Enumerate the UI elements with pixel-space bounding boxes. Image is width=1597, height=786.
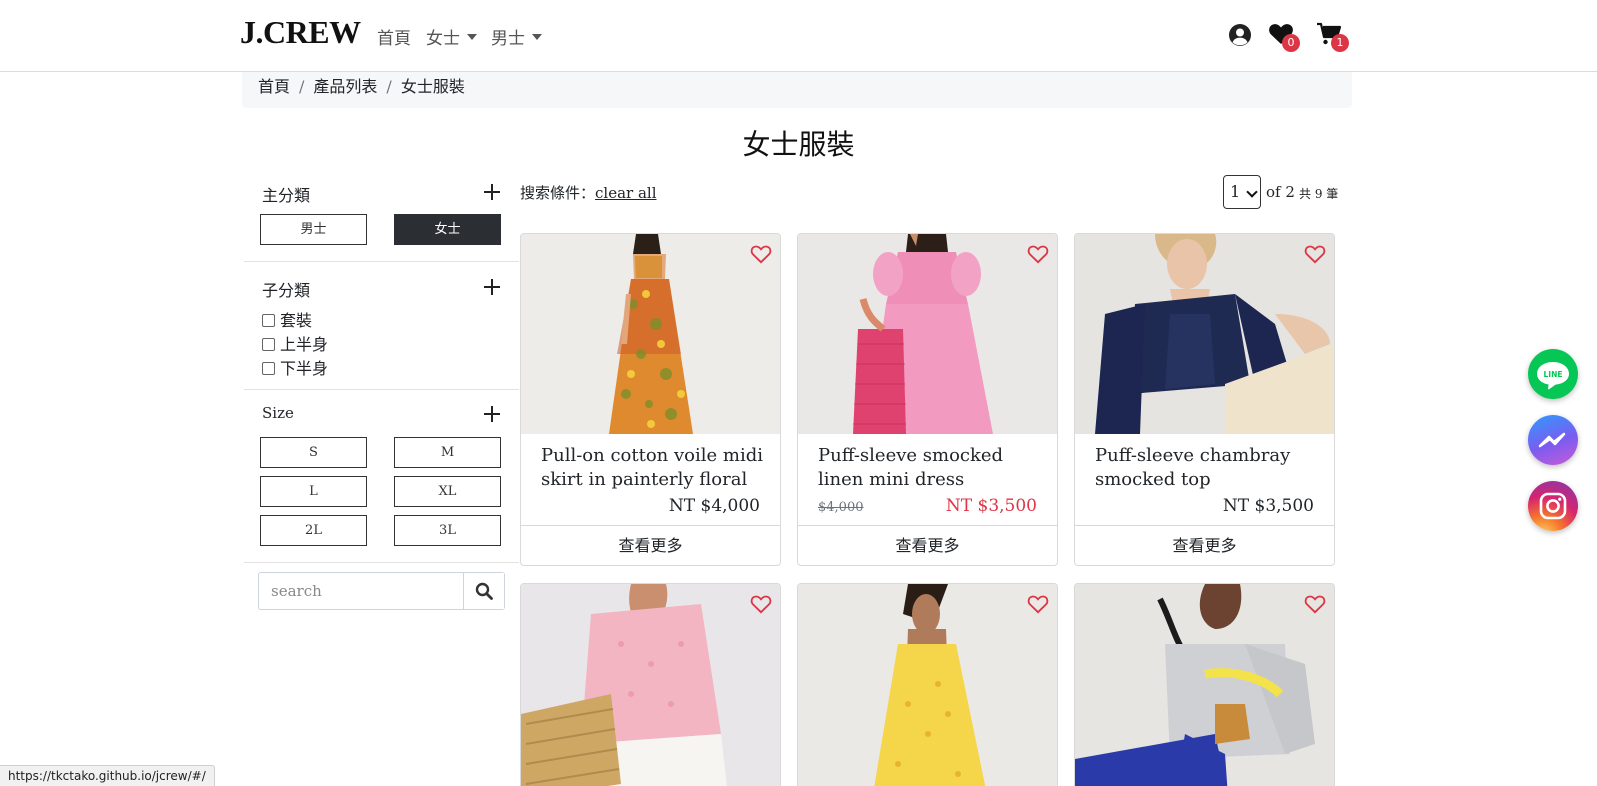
product-photo bbox=[798, 584, 1057, 786]
divider bbox=[244, 389, 519, 390]
size-2l-button[interactable]: 2L bbox=[260, 515, 367, 546]
product-card: Pull-on cotton voile midi skirt in paint… bbox=[520, 233, 781, 566]
breadcrumb-home[interactable]: 首頁 bbox=[258, 77, 290, 96]
line-icon-text: LINE bbox=[1544, 370, 1563, 379]
messenger-button[interactable] bbox=[1528, 415, 1578, 465]
nav-dropdown-men[interactable]: 男士 bbox=[491, 24, 542, 49]
search-conditions: 搜索條件：clear all bbox=[520, 182, 657, 203]
product-card: Puff-sleeve smocked linen mini dress $4,… bbox=[797, 233, 1058, 566]
view-more-button[interactable]: 查看更多 bbox=[798, 525, 1057, 565]
size-m-button[interactable]: M bbox=[394, 437, 501, 468]
status-bar-url: https://tkctako.github.io/jcrew/#/ bbox=[0, 765, 215, 786]
product-sale-price: NT $3,500 bbox=[945, 496, 1037, 516]
wishlist-heart-icon[interactable] bbox=[1304, 244, 1326, 264]
product-image[interactable] bbox=[798, 584, 1057, 786]
cart-count-badge: 1 bbox=[1331, 34, 1349, 52]
size-3l-button[interactable]: 3L bbox=[394, 515, 501, 546]
sub-category-option-label: 下半身 bbox=[280, 359, 329, 378]
product-price: NT $4,000 bbox=[668, 496, 760, 516]
breadcrumb-separator: / bbox=[386, 77, 392, 96]
product-name[interactable]: Puff-sleeve chambray smocked top bbox=[1095, 444, 1320, 492]
size-l-button[interactable]: L bbox=[260, 476, 367, 507]
caret-down-icon bbox=[467, 34, 477, 40]
instagram-icon bbox=[1539, 492, 1567, 520]
search-button[interactable] bbox=[463, 573, 504, 609]
main-category-women-button[interactable]: 女士 bbox=[394, 214, 501, 245]
product-photo bbox=[798, 234, 1057, 434]
expand-main-category-icon[interactable] bbox=[484, 184, 500, 200]
checkbox[interactable] bbox=[262, 314, 275, 327]
sub-category-option-top[interactable]: 上半身 bbox=[262, 334, 328, 356]
expand-sub-category-icon[interactable] bbox=[484, 279, 500, 295]
navbar: J.CREW 首頁 女士 男士 0 1 bbox=[0, 0, 1597, 72]
wishlist-heart-icon[interactable] bbox=[750, 244, 772, 264]
search-conditions-label: 搜索條件： bbox=[520, 184, 596, 202]
chevron-down-icon bbox=[1246, 186, 1258, 198]
product-photo bbox=[1075, 584, 1334, 786]
nav-dropdown-women-label: 女士 bbox=[426, 29, 460, 49]
search-icon bbox=[475, 582, 493, 600]
main-category-title: 主分類 bbox=[262, 186, 311, 205]
product-photo bbox=[1075, 234, 1334, 434]
wishlist-heart-icon[interactable] bbox=[1027, 244, 1049, 264]
page-count: of 2 bbox=[1266, 183, 1295, 201]
search-input[interactable] bbox=[259, 573, 464, 609]
expand-size-icon[interactable] bbox=[484, 406, 500, 422]
product-image[interactable] bbox=[521, 234, 780, 434]
product-image[interactable] bbox=[1075, 234, 1334, 434]
page-select-value: 1 bbox=[1230, 182, 1241, 201]
size-s-button[interactable]: S bbox=[260, 437, 367, 468]
product-card bbox=[1074, 583, 1335, 786]
nav-dropdown-women[interactable]: 女士 bbox=[426, 24, 477, 49]
wishlist-heart-icon[interactable] bbox=[1027, 594, 1049, 614]
size-title: Size bbox=[262, 404, 294, 422]
product-name[interactable]: Pull-on cotton voile midi skirt in paint… bbox=[541, 444, 766, 492]
checkbox[interactable] bbox=[262, 338, 275, 351]
search-box bbox=[258, 572, 505, 610]
line-icon: LINE bbox=[1537, 362, 1569, 390]
product-photo bbox=[521, 584, 780, 786]
wishlist-heart-icon[interactable] bbox=[750, 594, 772, 614]
caret-down-icon bbox=[532, 34, 542, 40]
sub-category-option-bottom[interactable]: 下半身 bbox=[262, 358, 328, 380]
sub-category-option-label: 套裝 bbox=[280, 311, 313, 330]
page-select[interactable]: 1 bbox=[1223, 175, 1261, 209]
product-name[interactable]: Puff-sleeve smocked linen mini dress bbox=[818, 444, 1043, 492]
breadcrumb-separator: / bbox=[299, 77, 305, 96]
view-more-button[interactable]: 查看更多 bbox=[1075, 525, 1334, 565]
breadcrumb-products[interactable]: 產品列表 bbox=[313, 77, 377, 96]
user-icon[interactable] bbox=[1228, 23, 1252, 47]
line-button[interactable]: LINE bbox=[1528, 349, 1578, 399]
view-more-button[interactable]: 查看更多 bbox=[521, 525, 780, 565]
breadcrumb-current: 女士服裝 bbox=[400, 77, 465, 96]
product-original-price: $4,000 bbox=[818, 500, 864, 515]
nav-link-home[interactable]: 首頁 bbox=[377, 24, 411, 49]
product-photo bbox=[521, 234, 780, 434]
checkbox[interactable] bbox=[262, 362, 275, 375]
instagram-button[interactable] bbox=[1528, 481, 1578, 531]
sub-category-option-label: 上半身 bbox=[280, 335, 329, 354]
divider bbox=[244, 261, 519, 262]
breadcrumb: 首頁 / 產品列表 / 女士服裝 bbox=[242, 72, 1352, 108]
size-xl-button[interactable]: XL bbox=[394, 476, 501, 507]
sub-category-title: 子分類 bbox=[262, 281, 311, 300]
brand-logo[interactable]: J.CREW bbox=[240, 14, 361, 51]
nav-dropdown-men-label: 男士 bbox=[491, 29, 525, 49]
main-category-men-button[interactable]: 男士 bbox=[260, 214, 367, 245]
product-card bbox=[797, 583, 1058, 786]
clear-all-link[interactable]: clear all bbox=[595, 184, 657, 202]
total-count: 共 9 筆 bbox=[1299, 187, 1339, 201]
product-price: NT $3,500 bbox=[1222, 496, 1314, 516]
product-card bbox=[520, 583, 781, 786]
messenger-icon bbox=[1538, 432, 1566, 448]
wishlist-count-badge: 0 bbox=[1282, 34, 1300, 52]
product-image[interactable] bbox=[521, 584, 780, 786]
wishlist-heart-icon[interactable] bbox=[1304, 594, 1326, 614]
page-title: 女士服裝 bbox=[742, 128, 855, 161]
divider bbox=[244, 562, 519, 563]
product-card: Puff-sleeve chambray smocked top NT $3,5… bbox=[1074, 233, 1335, 566]
product-image[interactable] bbox=[1075, 584, 1334, 786]
sub-category-option-suit[interactable]: 套裝 bbox=[262, 310, 312, 332]
product-image[interactable] bbox=[798, 234, 1057, 434]
